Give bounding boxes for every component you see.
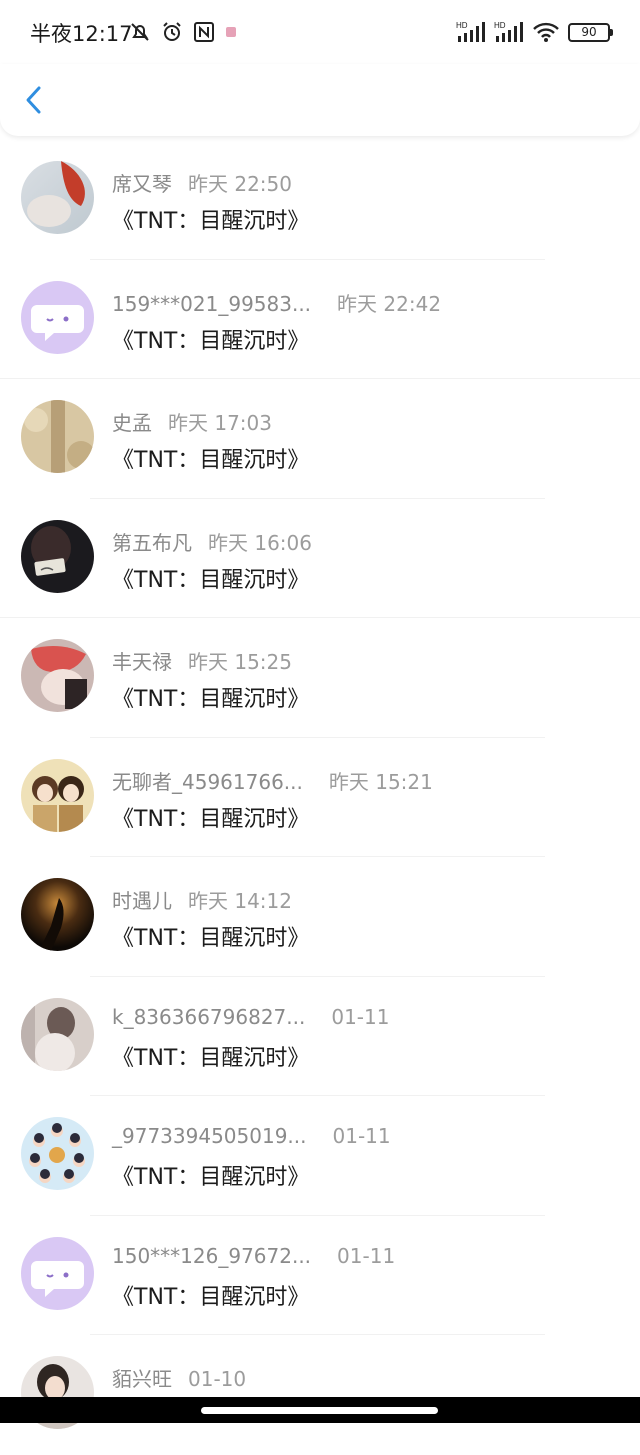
username[interactable]: _9773394505019...	[112, 1124, 307, 1148]
avatar[interactable]	[21, 280, 94, 354]
timestamp: 01-11	[337, 1243, 396, 1268]
list-item[interactable]: 时遇儿 昨天 14:12 《TNT：目醒沉时》	[0, 857, 640, 977]
timestamp: 01-11	[332, 1124, 391, 1148]
username[interactable]: 丰天禄	[112, 646, 172, 675]
message-text: 《TNT：目醒沉时》	[112, 448, 310, 473]
message-text: 《TNT：目醒沉时》	[112, 926, 310, 951]
timestamp: 昨天 22:42	[337, 291, 442, 316]
list-item[interactable]: 无聊者_45961766... 昨天 15:21 《TNT：目醒沉时》	[0, 738, 640, 857]
avatar[interactable]	[21, 1117, 94, 1190]
app-notification-icon	[226, 27, 236, 37]
avatar[interactable]	[21, 1236, 94, 1310]
list-item[interactable]: 150***126_97672... 01-11 《TNT：目醒沉时》	[0, 1216, 640, 1335]
home-indicator[interactable]	[201, 1407, 438, 1414]
timestamp: 昨天 15:25	[188, 650, 292, 674]
status-icons-right: HD HD 90	[456, 18, 613, 46]
battery-icon: 90	[568, 22, 613, 42]
mute-bell-icon	[131, 23, 149, 41]
username[interactable]: k_836366796827...	[112, 1005, 305, 1029]
message-text: 《TNT：目醒沉时》	[112, 687, 310, 712]
list-item[interactable]: 第五布凡 昨天 16:06 《TNT：目醒沉时》	[0, 499, 640, 618]
message-text: 《TNT：目醒沉时》	[112, 1284, 310, 1310]
signal-hd-icon: HD	[456, 21, 485, 42]
list-item[interactable]: 159***021_99583... 昨天 22:42 《TNT：目醒沉时》	[0, 260, 640, 379]
timestamp: 昨天 16:06	[208, 530, 312, 555]
alarm-icon	[163, 22, 181, 41]
message-text: 《TNT：目醒沉时》	[112, 806, 310, 832]
username[interactable]: 150***126_97672...	[112, 1244, 311, 1268]
timestamp: 昨天 17:03	[168, 411, 272, 435]
timestamp: 01-11	[331, 1004, 390, 1029]
avatar[interactable]	[21, 519, 94, 593]
username[interactable]: 无聊者_45961766...	[112, 766, 303, 795]
message-list: 席又琴 昨天 22:50 《TNT：目醒沉时》 159***021_99583..…	[0, 140, 640, 1455]
avatar[interactable]	[21, 758, 94, 832]
message-text: 《TNT：目醒沉时》	[112, 567, 310, 593]
status-time: 半夜12:17	[30, 22, 133, 46]
svg-text:HD: HD	[494, 21, 506, 30]
list-item[interactable]: 史孟 昨天 17:03 《TNT：目醒沉时》	[0, 379, 640, 499]
username[interactable]: 159***021_99583...	[112, 292, 311, 316]
timestamp: 01-10	[188, 1367, 247, 1391]
message-text: 《TNT：目醒沉时》	[112, 1045, 310, 1071]
list-item[interactable]: 席又琴 昨天 22:50 《TNT：目醒沉时》	[0, 140, 640, 260]
list-item[interactable]: 貊兴旺 01-10	[0, 1335, 640, 1455]
message-text: 《TNT：目醒沉时》	[112, 1165, 310, 1190]
nfc-icon	[194, 22, 214, 42]
message-text: 《TNT：目醒沉时》	[112, 328, 310, 354]
timestamp: 昨天 22:50	[188, 172, 292, 196]
avatar[interactable]	[21, 639, 94, 712]
navigation-bar	[0, 1397, 640, 1423]
username[interactable]: 时遇儿	[112, 885, 172, 914]
username[interactable]: 席又琴	[112, 168, 172, 197]
avatar[interactable]	[21, 161, 94, 234]
status-bar: 半夜12:17 HD HD 90	[0, 0, 640, 64]
svg-text:HD: HD	[456, 21, 468, 30]
signal-hd-icon-2: HD	[494, 21, 523, 42]
username[interactable]: 貊兴旺	[112, 1363, 172, 1392]
avatar[interactable]	[21, 878, 94, 951]
header	[0, 64, 640, 136]
timestamp: 昨天 14:12	[188, 889, 292, 913]
list-item[interactable]: 丰天禄 昨天 15:25 《TNT：目醒沉时》	[0, 618, 640, 738]
back-icon[interactable]	[18, 82, 54, 118]
list-item[interactable]: _9773394505019... 01-11 《TNT：目醒沉时》	[0, 1096, 640, 1216]
status-icons-left	[128, 18, 238, 46]
username[interactable]: 史孟	[112, 407, 152, 436]
avatar[interactable]	[21, 997, 94, 1071]
username[interactable]: 第五布凡	[112, 527, 192, 556]
list-item[interactable]: k_836366796827... 01-11 《TNT：目醒沉时》	[0, 977, 640, 1096]
timestamp: 昨天 15:21	[328, 769, 433, 794]
wifi-icon	[533, 22, 559, 42]
message-text: 《TNT：目醒沉时》	[112, 209, 310, 234]
avatar[interactable]	[21, 400, 94, 473]
